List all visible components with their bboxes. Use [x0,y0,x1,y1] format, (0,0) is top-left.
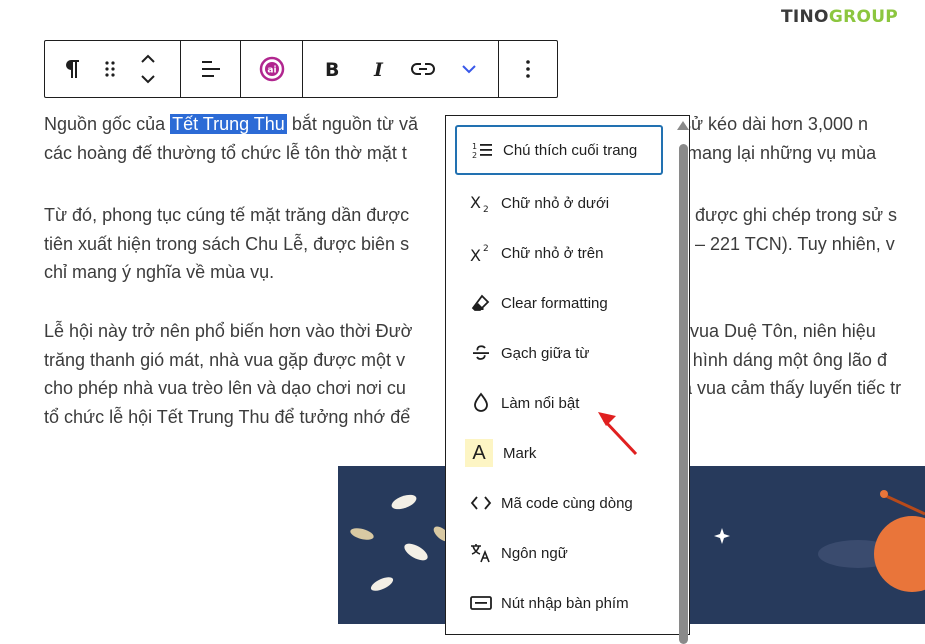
subscript-icon: X2 [469,191,493,215]
menu-item-inline-code[interactable]: Mã code cùng dòng [455,478,663,528]
menu-item-language[interactable]: Ngôn ngữ [455,528,663,578]
svg-text:X: X [470,246,481,263]
menu-item-superscript[interactable]: X2 Chữ nhỏ ở trên [455,228,663,278]
highlight-drop-icon [469,391,493,415]
pilcrow-icon[interactable] [53,41,91,97]
menu-item-footnote[interactable]: 12 Chú thích cuối trang [455,125,663,175]
svg-text:2: 2 [483,244,489,254]
svg-text:X: X [470,193,481,212]
block-controls-group [45,41,181,97]
align-left-icon[interactable] [192,41,230,97]
menu-item-clear-formatting[interactable]: Clear formatting [455,278,663,328]
more-vertical-icon[interactable] [509,41,547,97]
svg-text:B: B [325,59,339,79]
language-icon [469,541,493,565]
code-icon [469,491,493,515]
scroll-up-icon[interactable] [677,121,689,130]
strikethrough-icon [469,341,493,365]
ai-assistant-icon[interactable]: ai [253,41,291,97]
svg-text:2: 2 [483,205,489,213]
mark-icon: A [465,439,493,467]
link-icon[interactable] [404,41,442,97]
move-up-down-icon[interactable] [129,41,167,97]
bold-icon[interactable]: B [313,41,351,97]
options-group [499,41,557,97]
svg-text:ai: ai [267,66,276,76]
superscript-icon: X2 [469,241,493,265]
drag-handle-icon[interactable] [91,41,129,97]
menu-item-keyboard-input[interactable]: Nút nhập bàn phím [455,578,663,628]
block-toolbar: ai B I [44,40,558,98]
svg-text:2: 2 [472,151,477,159]
footnote-icon: 12 [471,138,495,162]
svg-text:I: I [373,59,384,79]
italic-icon[interactable]: I [359,41,397,97]
chevron-down-icon[interactable] [450,41,488,97]
align-group [181,41,241,97]
scrollbar-thumb[interactable] [679,144,688,644]
selected-text: Tết Trung Thu [170,114,287,134]
tinogroup-logo: TINOGROUP [781,7,899,27]
red-pointer-arrow-icon [598,412,638,456]
svg-text:1: 1 [472,142,477,151]
eraser-icon [469,291,493,315]
menu-item-subscript[interactable]: X2 Chữ nhỏ ở dưới [455,178,663,228]
keyboard-icon [469,591,493,615]
ai-group: ai [241,41,303,97]
format-dropdown-menu: 12 Chú thích cuối trang X2 Chữ nhỏ ở dướ… [445,115,690,644]
menu-item-strikethrough[interactable]: Gạch giữa từ [455,328,663,378]
format-group: B I [303,41,499,97]
